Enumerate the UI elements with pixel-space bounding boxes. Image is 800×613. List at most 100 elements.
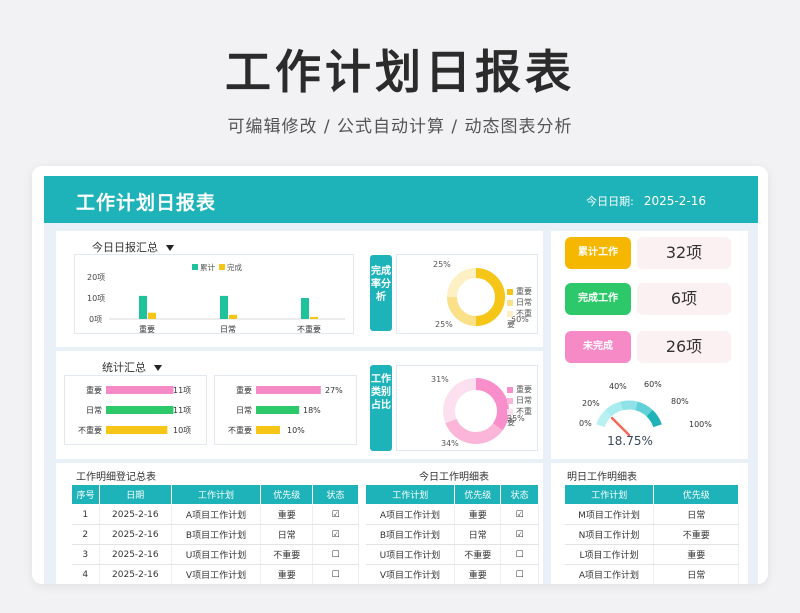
- legend-text: 重要: [516, 385, 532, 394]
- table-cell: 日常: [260, 524, 314, 545]
- percent-bar-chart: 重要 日常 不重要 27% 18% 10%: [228, 385, 343, 435]
- hbar-不重要: [256, 426, 280, 434]
- pie2-legend-important: 重要: [507, 384, 537, 395]
- table-cell: 2025-2-16: [99, 504, 172, 525]
- table-row: V项目工作计划 重要 ☐: [365, 564, 539, 584]
- tables-panel: 工作明细登记总表 今日工作明细表 序号 日期 工作计划 优先级 状态 1 2025…: [56, 463, 543, 584]
- header-date: 今日日期: 2025-2-16: [586, 193, 706, 209]
- hbar-重要: [256, 386, 321, 394]
- kpi-done-label: 完成工作: [565, 283, 631, 315]
- dashboard-inner: 工作计划日报表 今日日期: 2025-2-16 今日日报汇总 累计 完成 20项 …: [44, 176, 758, 584]
- pie1-legend: 重要 日常 不重要: [507, 286, 537, 329]
- count-val-unimportant: 10项: [173, 426, 191, 435]
- dropdown-arrow-icon[interactable]: [166, 245, 174, 251]
- tomorrow-title: 明日工作明细表: [567, 472, 637, 483]
- donut-slice-日常: [447, 296, 477, 326]
- table-cell: 重要: [454, 564, 502, 584]
- x-tick-important: 重要: [139, 324, 155, 334]
- tomorrow-panel: 明日工作明细表 工作计划 优先级 M项目工作计划 日常 N项目工作计划 不重要 L项…: [551, 463, 748, 584]
- donut-slice-重要: [475, 378, 509, 431]
- table-cell: 不重要: [653, 524, 739, 545]
- table-row: N项目工作计划 不重要: [564, 524, 739, 545]
- table-cell: 不重要: [454, 544, 502, 565]
- gauge-tick-80: 80%: [671, 397, 689, 406]
- table-row: M项目工作计划 日常: [564, 504, 739, 525]
- stats-summary-dropdown[interactable]: 统计汇总: [102, 359, 162, 375]
- table-cell: 2025-2-16: [99, 544, 172, 565]
- kpi-undone-value: 26项: [637, 331, 731, 363]
- col-status: 状态: [312, 484, 359, 505]
- header-bar: 工作计划日报表 今日日期: 2025-2-16: [44, 176, 758, 223]
- dashboard-card: 工作计划日报表 今日日期: 2025-2-16 今日日报汇总 累计 完成 20项 …: [32, 166, 768, 584]
- x-tick-unimportant: 不重要: [297, 324, 321, 334]
- x-tick-daily: 日常: [220, 325, 236, 334]
- dropdown-arrow-icon[interactable]: [154, 365, 162, 371]
- pie2-legend-daily: 日常: [507, 395, 537, 406]
- pie1-legend-unimportant: 不重要: [507, 308, 537, 329]
- bar-累计-重要: [139, 295, 147, 319]
- completion-gauge: 0% 20% 40% 60% 80% 100% 18.75%: [579, 380, 712, 448]
- kpi-done-value: 6项: [637, 283, 731, 315]
- legend-swatch: [507, 386, 513, 393]
- stats-summary-panel: 统计汇总 重要 日常 不重要 11项 11项 10项 重要 日常 不重要 27%…: [56, 351, 543, 459]
- table-cell: 1: [71, 504, 100, 525]
- y-tick-20: 20项: [87, 273, 105, 282]
- pct-val-daily: 18%: [303, 406, 321, 415]
- pie1-label-bottom: 25%: [435, 320, 453, 329]
- table-cell: 重要: [260, 564, 314, 584]
- pct-cat-daily: 日常: [236, 406, 252, 415]
- legend-swatch: [507, 299, 513, 306]
- bar-累计-日常: [220, 295, 228, 319]
- completion-pie-box: 25% 25% 50% 重要 日常 不重要: [396, 254, 538, 334]
- gauge-value: 18.75%: [607, 434, 653, 448]
- gauge-tick-20: 20%: [582, 399, 600, 408]
- count-val-important: 11项: [173, 386, 191, 395]
- date-label: 今日日期:: [586, 195, 634, 208]
- legend-text: 日常: [516, 396, 532, 405]
- daily-bar-chart-box: 累计 完成 20项 10项 0项 重要 日常 不重要: [74, 254, 354, 334]
- col-priority: 优先级: [653, 484, 739, 505]
- category-share-badge: 工作类别占比: [370, 365, 392, 451]
- status-checkbox[interactable]: ☐: [500, 564, 539, 584]
- table-cell: 2025-2-16: [99, 524, 172, 545]
- hero-title: 工作计划日报表: [225, 45, 575, 99]
- legend-swatch: [507, 397, 513, 404]
- status-checkbox[interactable]: ☐: [500, 544, 539, 565]
- donut-slice-重要: [475, 268, 505, 326]
- status-checkbox[interactable]: ☑: [500, 504, 539, 525]
- kpi-total-label: 累计工作: [565, 237, 631, 269]
- table-cell: V项目工作计划: [171, 564, 262, 584]
- gauge-segment: [646, 409, 662, 428]
- table-row: A项目工作计划 重要 ☑: [365, 504, 539, 525]
- status-checkbox[interactable]: ☑: [312, 524, 359, 545]
- col-index: 序号: [71, 484, 100, 505]
- daily-bar-chart: 累计 完成 20项 10项 0项 重要 日常 不重要: [87, 262, 345, 334]
- count-bar-chart: 重要 日常 不重要 11项 11项 10项: [78, 385, 191, 435]
- status-checkbox[interactable]: ☐: [312, 564, 359, 584]
- pie2-legend-unimportant: 不重要: [507, 406, 537, 427]
- status-checkbox[interactable]: ☑: [312, 504, 359, 525]
- pct-val-important: 27%: [325, 386, 343, 395]
- table-cell: 3: [71, 544, 100, 565]
- pie2-label-bottom: 34%: [441, 439, 459, 448]
- legend-swatch-done: [219, 264, 225, 270]
- daily-summary-panel: 今日日报汇总 累计 完成 20项 10项 0项 重要 日常 不重要 完成率分析 …: [56, 231, 543, 347]
- daily-summary-dropdown[interactable]: 今日日报汇总: [92, 239, 174, 255]
- stats-summary-label: 统计汇总: [102, 361, 146, 374]
- donut-slice-不重要: [443, 378, 477, 424]
- pie2-legend: 重要 日常 不重要: [507, 384, 537, 427]
- hero-subtitle: 可编辑修改 / 公式自动计算 / 动态图表分析: [227, 117, 573, 137]
- table-cell: L项目工作计划: [564, 544, 655, 565]
- percent-bar-box: 重要 日常 不重要 27% 18% 10%: [214, 375, 357, 445]
- table-cell: A项目工作计划: [564, 564, 655, 584]
- status-checkbox[interactable]: ☑: [500, 524, 539, 545]
- table-row: 1 2025-2-16 A项目工作计划 重要 ☑: [71, 504, 359, 525]
- pct-val-unimportant: 10%: [287, 426, 305, 435]
- table-cell: 重要: [260, 504, 314, 525]
- table-cell: 重要: [454, 504, 502, 525]
- y-tick-10: 10项: [87, 294, 105, 303]
- status-checkbox[interactable]: ☐: [312, 544, 359, 565]
- table-cell: N项目工作计划: [564, 524, 655, 545]
- pie1-legend-daily: 日常: [507, 297, 537, 308]
- tomorrow-table: 工作计划 优先级 M项目工作计划 日常 N项目工作计划 不重要 L项目工作计划 重要 …: [563, 484, 739, 584]
